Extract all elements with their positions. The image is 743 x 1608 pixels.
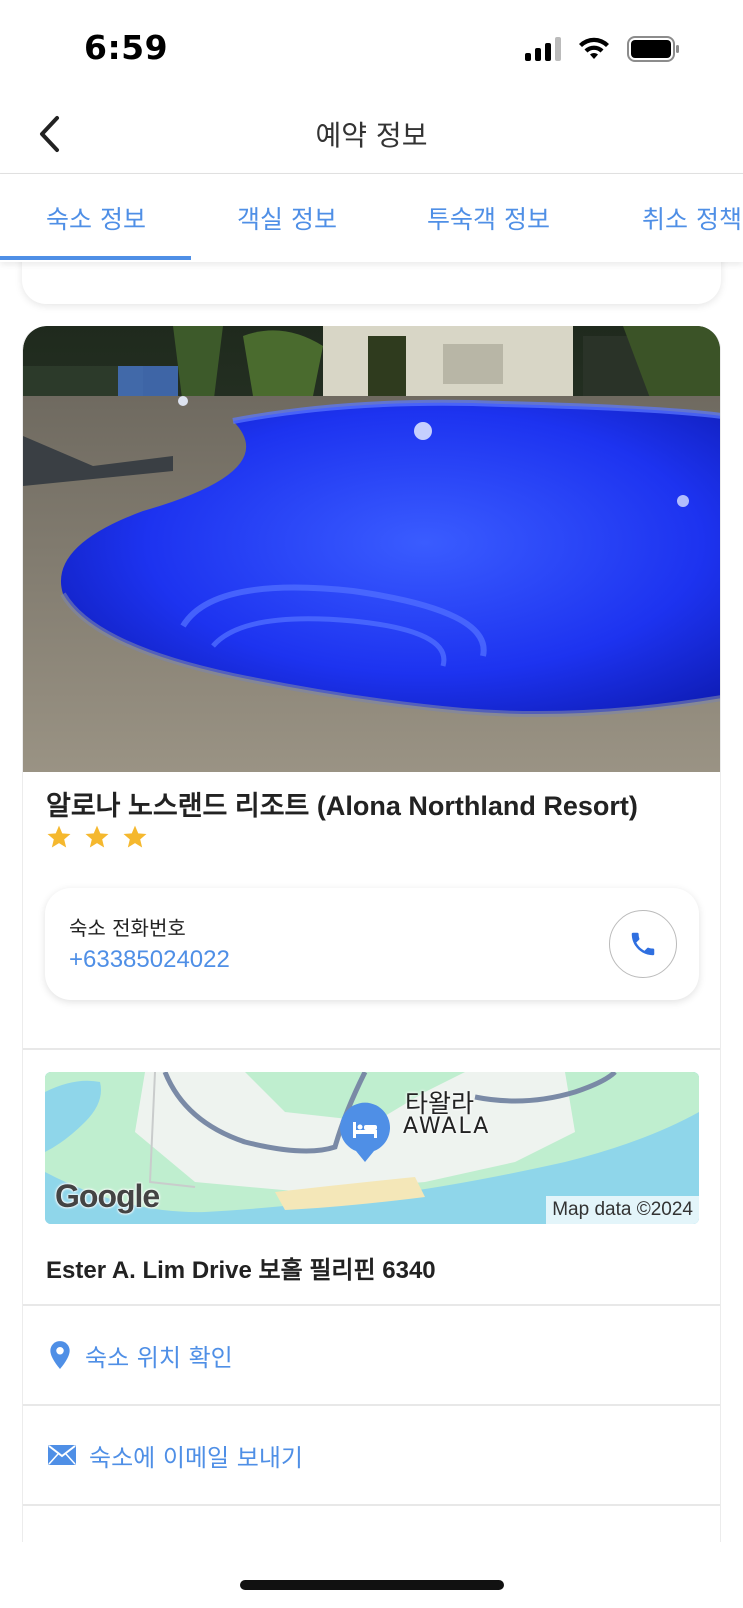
page-title: 예약 정보 bbox=[315, 119, 428, 152]
hotel-name: 알로나 노스랜드 리조트 (Alona Northland Resort) bbox=[46, 791, 638, 821]
view-location-label: 숙소 위치 확인 bbox=[85, 1343, 233, 1372]
hotel-bed-icon bbox=[353, 1122, 377, 1138]
home-indicator bbox=[240, 1580, 504, 1590]
property-card: 알로나 노스랜드 리조트 (Alona Northland Resort) 숙소… bbox=[22, 326, 721, 1542]
phone-number[interactable]: +63385024022 bbox=[69, 946, 230, 974]
scroll-content[interactable]: 알로나 노스랜드 리조트 (Alona Northland Resort) 숙소… bbox=[0, 262, 743, 1542]
status-icons bbox=[525, 36, 681, 62]
map-preview[interactable]: 타왈라 AWALA Google Map data ©2024 bbox=[45, 1072, 699, 1224]
phone-card: 숙소 전화번호 +63385024022 bbox=[45, 888, 699, 1000]
tab-cancellation-policy[interactable]: 취소 정책 bbox=[642, 200, 742, 236]
mail-icon bbox=[48, 1445, 76, 1465]
divider bbox=[23, 1048, 720, 1050]
signal-icon bbox=[525, 37, 561, 61]
google-logo: Google bbox=[55, 1178, 160, 1214]
nav-bar: 예약 정보 bbox=[0, 96, 743, 174]
active-tab-indicator bbox=[0, 256, 191, 260]
tab-guest-info[interactable]: 투숙객 정보 bbox=[427, 200, 550, 236]
send-email-label: 숙소에 이메일 보내기 bbox=[89, 1443, 303, 1472]
hotel-photo[interactable] bbox=[23, 326, 720, 772]
star-icon bbox=[123, 825, 147, 848]
map-place-label-en: AWALA bbox=[403, 1114, 491, 1139]
star-icon bbox=[85, 825, 109, 848]
previous-section-card bbox=[22, 262, 721, 304]
status-bar: 6:59 bbox=[0, 0, 743, 96]
tab-bar: 숙소 정보 객실 정보 투숙객 정보 취소 정책 bbox=[0, 174, 743, 262]
divider bbox=[23, 1504, 720, 1506]
map-attribution: Map data ©2024 bbox=[546, 1196, 699, 1224]
call-button[interactable] bbox=[609, 910, 677, 978]
pool-image bbox=[23, 326, 720, 772]
status-time: 6:59 bbox=[84, 28, 169, 67]
tab-room-info[interactable]: 객실 정보 bbox=[237, 200, 337, 236]
star-rating bbox=[46, 824, 148, 850]
view-location-button[interactable]: 숙소 위치 확인 bbox=[23, 1306, 720, 1404]
phone-icon bbox=[631, 932, 655, 956]
hotel-address: Ester A. Lim Drive 보홀 필리핀 6340 bbox=[46, 1257, 436, 1284]
star-icon bbox=[47, 825, 71, 848]
send-email-button[interactable]: 숙소에 이메일 보내기 bbox=[23, 1406, 720, 1504]
battery-icon bbox=[627, 36, 679, 62]
tab-property-info[interactable]: 숙소 정보 bbox=[46, 200, 146, 236]
phone-label: 숙소 전화번호 bbox=[69, 916, 186, 940]
wifi-icon bbox=[579, 37, 609, 59]
location-pin-icon bbox=[50, 1341, 70, 1369]
